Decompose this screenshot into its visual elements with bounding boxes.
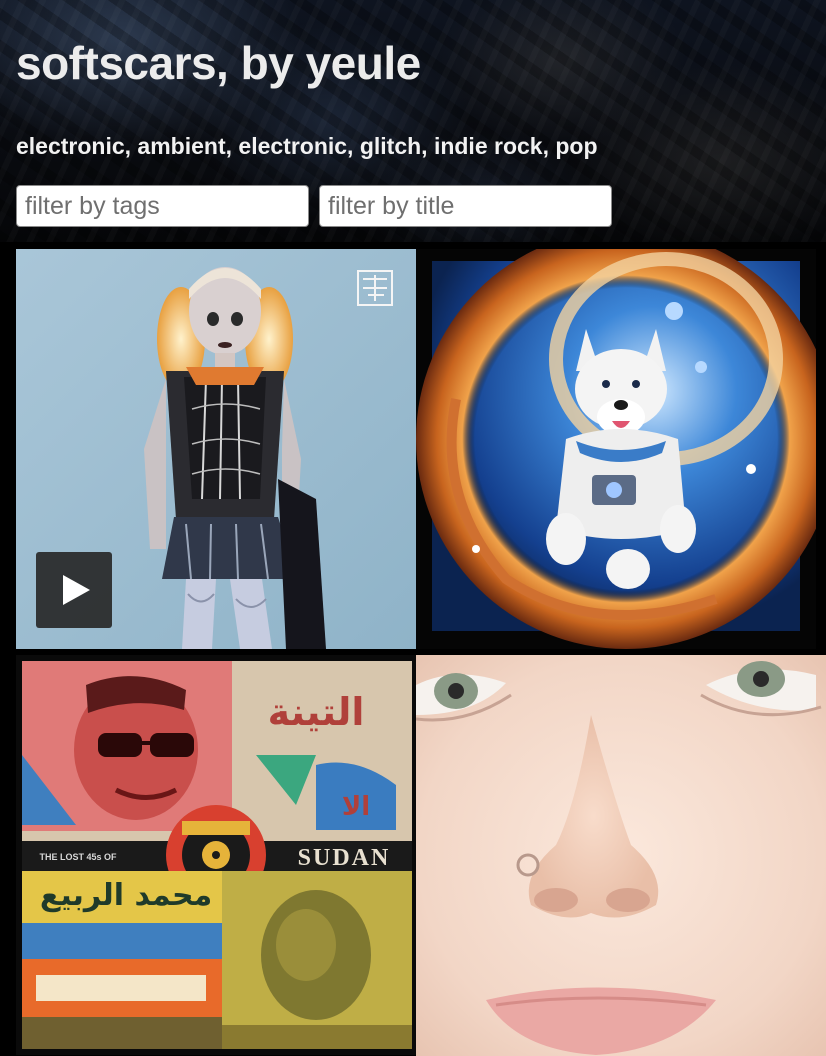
album-cover-art <box>416 249 816 649</box>
album-cover-art: التينة الا THE LOST 45s OF SUDAN محمد ال… <box>16 655 416 1055</box>
album-cover-art <box>416 655 826 1056</box>
album-tile-face[interactable] <box>416 655 826 1056</box>
cover-arabic-title: التينة <box>268 690 365 734</box>
cover-small-caption: THE LOST 45s OF <box>39 852 117 862</box>
header-banner: softscars, by yeule electronic, ambient,… <box>0 0 826 242</box>
play-icon <box>63 575 90 605</box>
filter-by-tags-input[interactable] <box>16 185 309 227</box>
album-tile-space-dog[interactable] <box>416 249 816 649</box>
page: softscars, by yeule electronic, ambient,… <box>0 0 826 1056</box>
genre-tags: electronic, ambient, electronic, glitch,… <box>16 133 598 159</box>
page-title: softscars, by yeule <box>16 37 421 89</box>
play-button[interactable] <box>36 552 112 628</box>
svg-text:محمد الربيع: محمد الربيع <box>40 878 212 913</box>
album-tile-sudan[interactable]: التينة الا THE LOST 45s OF SUDAN محمد ال… <box>16 655 416 1055</box>
svg-text:الا: الا <box>342 792 370 822</box>
filter-by-title-input[interactable] <box>319 185 612 227</box>
cover-sudan-text: SUDAN <box>298 845 391 871</box>
